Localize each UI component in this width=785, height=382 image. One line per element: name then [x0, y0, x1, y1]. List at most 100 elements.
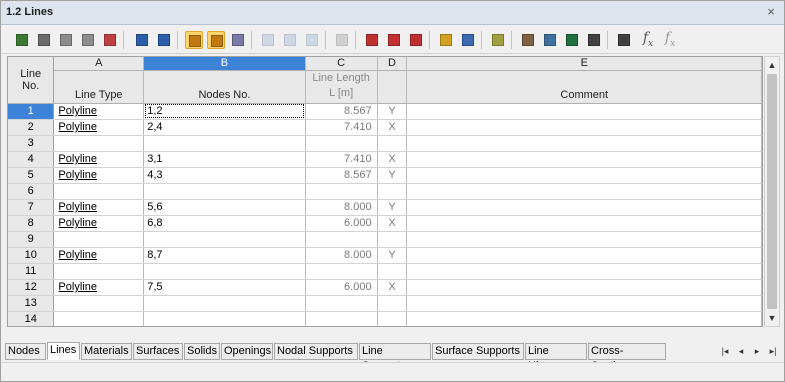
line-type-cell[interactable] [53, 311, 145, 326]
table-view-button[interactable] [437, 31, 455, 49]
comment-cell[interactable] [406, 279, 762, 296]
nodes-cell[interactable]: 7,5 [143, 279, 306, 296]
nodes-cell[interactable] [143, 135, 306, 152]
edit-table-button[interactable] [13, 31, 31, 49]
comment-cell[interactable] [406, 103, 762, 120]
line-type-cell[interactable] [53, 231, 145, 248]
tab-solids[interactable]: Solids [184, 343, 220, 360]
line-type-cell[interactable] [53, 295, 145, 312]
table-row[interactable]: 12 Polyline 7,5 6.000 X [8, 279, 762, 296]
tab-line-hinges[interactable]: Line Hinges [525, 343, 587, 372]
row-number[interactable]: 5 [8, 167, 55, 184]
nodes-cell[interactable] [143, 183, 306, 200]
line-type-cell[interactable]: Polyline [53, 103, 145, 120]
nodes-cell[interactable]: 5,6 [143, 199, 306, 216]
vertical-scrollbar[interactable]: ▲ ▼ [764, 56, 780, 327]
comment-cell[interactable] [406, 119, 762, 136]
comment-cell[interactable] [406, 135, 762, 152]
row-number[interactable]: 2 [8, 119, 55, 136]
comment-cell[interactable] [406, 183, 762, 200]
tab-nodal-supports[interactable]: Nodal Supports [274, 343, 358, 360]
calculator-button[interactable] [585, 31, 603, 49]
table-row[interactable]: 1 Polyline 1,2 8.567 Y [8, 103, 762, 120]
row-number[interactable]: 14 [8, 311, 55, 326]
tab-lines[interactable]: Lines [47, 342, 80, 360]
comment-cell[interactable] [406, 231, 762, 248]
comment-cell[interactable] [406, 295, 762, 312]
row-number[interactable]: 8 [8, 215, 55, 232]
divide-line-button[interactable] [385, 31, 403, 49]
line-type-cell[interactable]: Polyline [53, 279, 145, 296]
tab-materials[interactable]: Materials [81, 343, 132, 360]
nodes-cell[interactable] [143, 231, 306, 248]
export-button[interactable] [155, 31, 173, 49]
tab-surfaces[interactable]: Surfaces [133, 343, 183, 360]
line-type-cell[interactable]: Polyline [53, 199, 145, 216]
tab-openings[interactable]: Openings [221, 343, 273, 360]
line-type-cell[interactable] [53, 183, 145, 200]
nodes-cell[interactable]: 4,3 [143, 167, 306, 184]
row-number[interactable]: 1 [8, 103, 55, 120]
row-number[interactable]: 6 [8, 183, 55, 200]
row-number[interactable]: 10 [8, 247, 55, 264]
row-number[interactable]: 11 [8, 263, 55, 280]
nodes-cell[interactable] [143, 263, 306, 280]
comment-cell[interactable] [406, 247, 762, 264]
row-number[interactable]: 12 [8, 279, 55, 296]
scroll-up-icon[interactable]: ▲ [765, 57, 779, 73]
row-number[interactable]: 4 [8, 151, 55, 168]
nodes-cell[interactable] [143, 311, 306, 326]
merge-lines-button[interactable] [407, 31, 425, 49]
table-row[interactable]: 4 Polyline 3,1 7.410 X [8, 151, 762, 168]
line-type-cell[interactable]: Polyline [53, 247, 145, 264]
line-type-cell[interactable] [53, 135, 145, 152]
column-view-button[interactable] [459, 31, 477, 49]
comment-cell[interactable] [406, 167, 762, 184]
prev-tab-icon[interactable]: ◂ [734, 344, 748, 359]
next-tab-icon[interactable]: ▸ [750, 344, 764, 359]
nodes-cell[interactable]: 1,2 [143, 103, 306, 120]
table-row[interactable]: 7 Polyline 5,6 8.000 Y [8, 199, 762, 216]
row-number[interactable]: 9 [8, 231, 55, 248]
tab-line-supports[interactable]: Line Supports [359, 343, 431, 372]
jump-next-button[interactable] [281, 31, 299, 49]
grid-select-button[interactable] [333, 31, 351, 49]
table-row[interactable]: 9 [8, 231, 762, 248]
column-letter-a[interactable]: A [53, 57, 145, 71]
line-type-cell[interactable] [53, 263, 145, 280]
first-tab-icon[interactable]: |◂ [718, 344, 732, 359]
line-type-cell[interactable]: Polyline [53, 215, 145, 232]
column-letter-d[interactable]: D [377, 57, 408, 71]
column-letter-e[interactable]: E [406, 57, 762, 71]
nodes-cell[interactable]: 6,8 [143, 215, 306, 232]
edit-note-button[interactable] [489, 31, 507, 49]
jump-last-button[interactable] [303, 31, 321, 49]
table-row[interactable]: 5 Polyline 4,3 8.567 Y [8, 167, 762, 184]
last-tab-icon[interactable]: ▸| [766, 344, 780, 359]
table-row[interactable]: 13 [8, 295, 762, 312]
row-number[interactable]: 7 [8, 199, 55, 216]
nodes-cell[interactable]: 2,4 [143, 119, 306, 136]
clear-rows-button[interactable] [101, 31, 119, 49]
formula-off-icon[interactable]: fx [661, 30, 679, 49]
row-number[interactable]: 13 [8, 295, 55, 312]
line-type-cell[interactable]: Polyline [53, 151, 145, 168]
jump-first-button[interactable] [259, 31, 277, 49]
comment-cell[interactable] [406, 215, 762, 232]
insert-row-button[interactable] [35, 31, 53, 49]
scroll-thumb[interactable] [767, 74, 777, 309]
nodes-cell[interactable]: 8,7 [143, 247, 306, 264]
settings-button[interactable] [519, 31, 537, 49]
scroll-down-icon[interactable]: ▼ [765, 310, 779, 326]
tab-nodes[interactable]: Nodes [5, 343, 46, 360]
table-row[interactable]: 3 [8, 135, 762, 152]
table-row[interactable]: 11 [8, 263, 762, 280]
table-row[interactable]: 6 [8, 183, 762, 200]
comment-cell[interactable] [406, 311, 762, 326]
table-row[interactable]: 14 [8, 311, 762, 326]
delete-row-button[interactable] [57, 31, 75, 49]
import-button[interactable] [133, 31, 151, 49]
table-row[interactable]: 2 Polyline 2,4 7.410 X [8, 119, 762, 136]
filter-objects-button[interactable] [207, 31, 225, 49]
column-letter-b[interactable]: B [143, 57, 306, 71]
